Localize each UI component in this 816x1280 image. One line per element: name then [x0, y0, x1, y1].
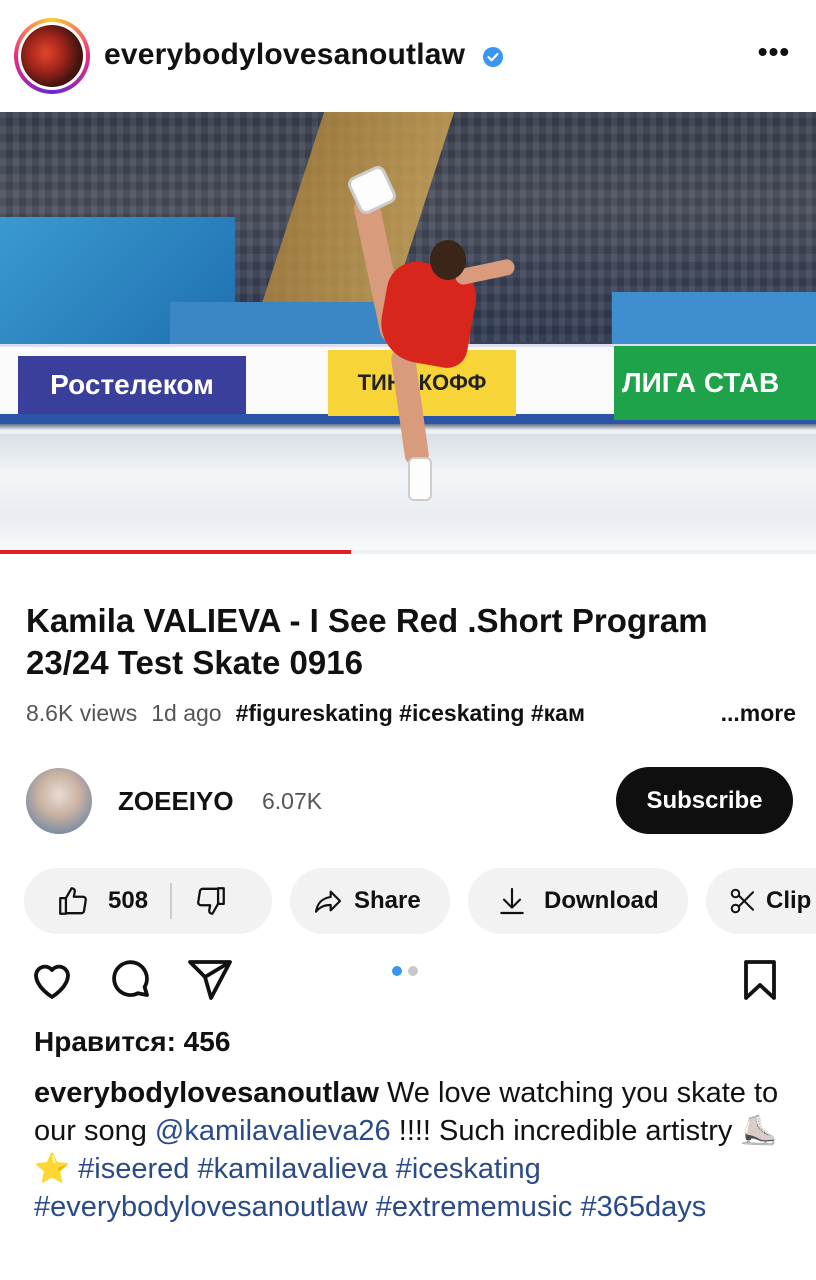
post-username[interactable]: everybodylovesanoutlaw: [104, 38, 465, 72]
subscriber-count: 6.07K: [262, 788, 323, 814]
skater: [430, 240, 466, 280]
ad-liga: ЛИГА СТАВ: [614, 346, 816, 420]
like-button[interactable]: 508: [24, 868, 173, 934]
arena-banner: [612, 292, 816, 350]
heart-icon[interactable]: [28, 956, 76, 1004]
download-icon: [500, 887, 524, 915]
video-meta: 8.6K views 1d ago #figureskating #iceska…: [26, 700, 796, 734]
more-description-link[interactable]: ...more: [721, 700, 796, 734]
comment-icon[interactable]: [106, 956, 154, 1004]
post-header: everybodylovesanoutlaw •••: [0, 0, 816, 112]
subscribe-button[interactable]: Subscribe: [616, 767, 793, 834]
clip-button[interactable]: Clip: [706, 868, 816, 934]
carousel-indicator: [392, 966, 418, 976]
send-icon[interactable]: [186, 956, 234, 1004]
carousel-dot: [392, 966, 402, 976]
caption-text: !!!! Such incredible artistry: [390, 1115, 741, 1147]
like-count: 508: [108, 887, 149, 914]
video-title: Kamila VALIEVA - I See Red .Short Progra…: [26, 602, 708, 681]
video-tags[interactable]: #figureskating #iceskating #кам: [236, 700, 717, 734]
more-horizontal-icon: •••: [757, 36, 791, 67]
scissors-icon: [730, 888, 754, 914]
video-player[interactable]: Ростелеком ТИНЬКОФФ ЛИГА СТАВ: [0, 112, 816, 554]
upload-age: 1d ago: [151, 700, 222, 726]
channel-name[interactable]: ZOEEIYO: [118, 786, 234, 817]
ad-rostelecom: Ростелеком: [18, 356, 246, 414]
clip-label: Clip: [766, 887, 812, 914]
caption-username[interactable]: everybodylovesanoutlaw: [34, 1077, 379, 1109]
bookmark-icon[interactable]: [736, 956, 784, 1004]
view-count: 8.6K views: [26, 700, 138, 726]
thumbs-down-icon: [197, 887, 225, 915]
video-progress-bar[interactable]: [0, 550, 816, 554]
post-action-bar: [0, 950, 816, 1010]
thumbs-up-icon: [59, 887, 87, 915]
like-count-text[interactable]: Нравится: 456: [34, 1026, 230, 1058]
like-dislike-pill: 508: [24, 868, 272, 934]
profile-avatar[interactable]: [14, 18, 90, 94]
share-icon: [314, 890, 342, 913]
verified-badge-icon: [483, 47, 503, 67]
share-label: Share: [354, 887, 421, 914]
more-options-button[interactable]: •••: [754, 38, 794, 72]
channel-avatar[interactable]: [26, 768, 92, 834]
caption-mention[interactable]: @kamilavalieva26: [155, 1115, 391, 1147]
carousel-dot: [408, 966, 418, 976]
video-actions: 508 Share Download Clip: [24, 868, 816, 934]
download-label: Download: [544, 887, 659, 914]
video-progress-fill: [0, 550, 351, 554]
post-caption: everybodylovesanoutlaw We love watching …: [34, 1074, 794, 1226]
caption-hashtags[interactable]: #iseered #kamilavalieva #iceskating #eve…: [34, 1153, 706, 1223]
skater: [408, 457, 432, 501]
download-button[interactable]: Download: [468, 868, 688, 934]
share-button[interactable]: Share: [290, 868, 450, 934]
dislike-button[interactable]: [172, 868, 228, 934]
